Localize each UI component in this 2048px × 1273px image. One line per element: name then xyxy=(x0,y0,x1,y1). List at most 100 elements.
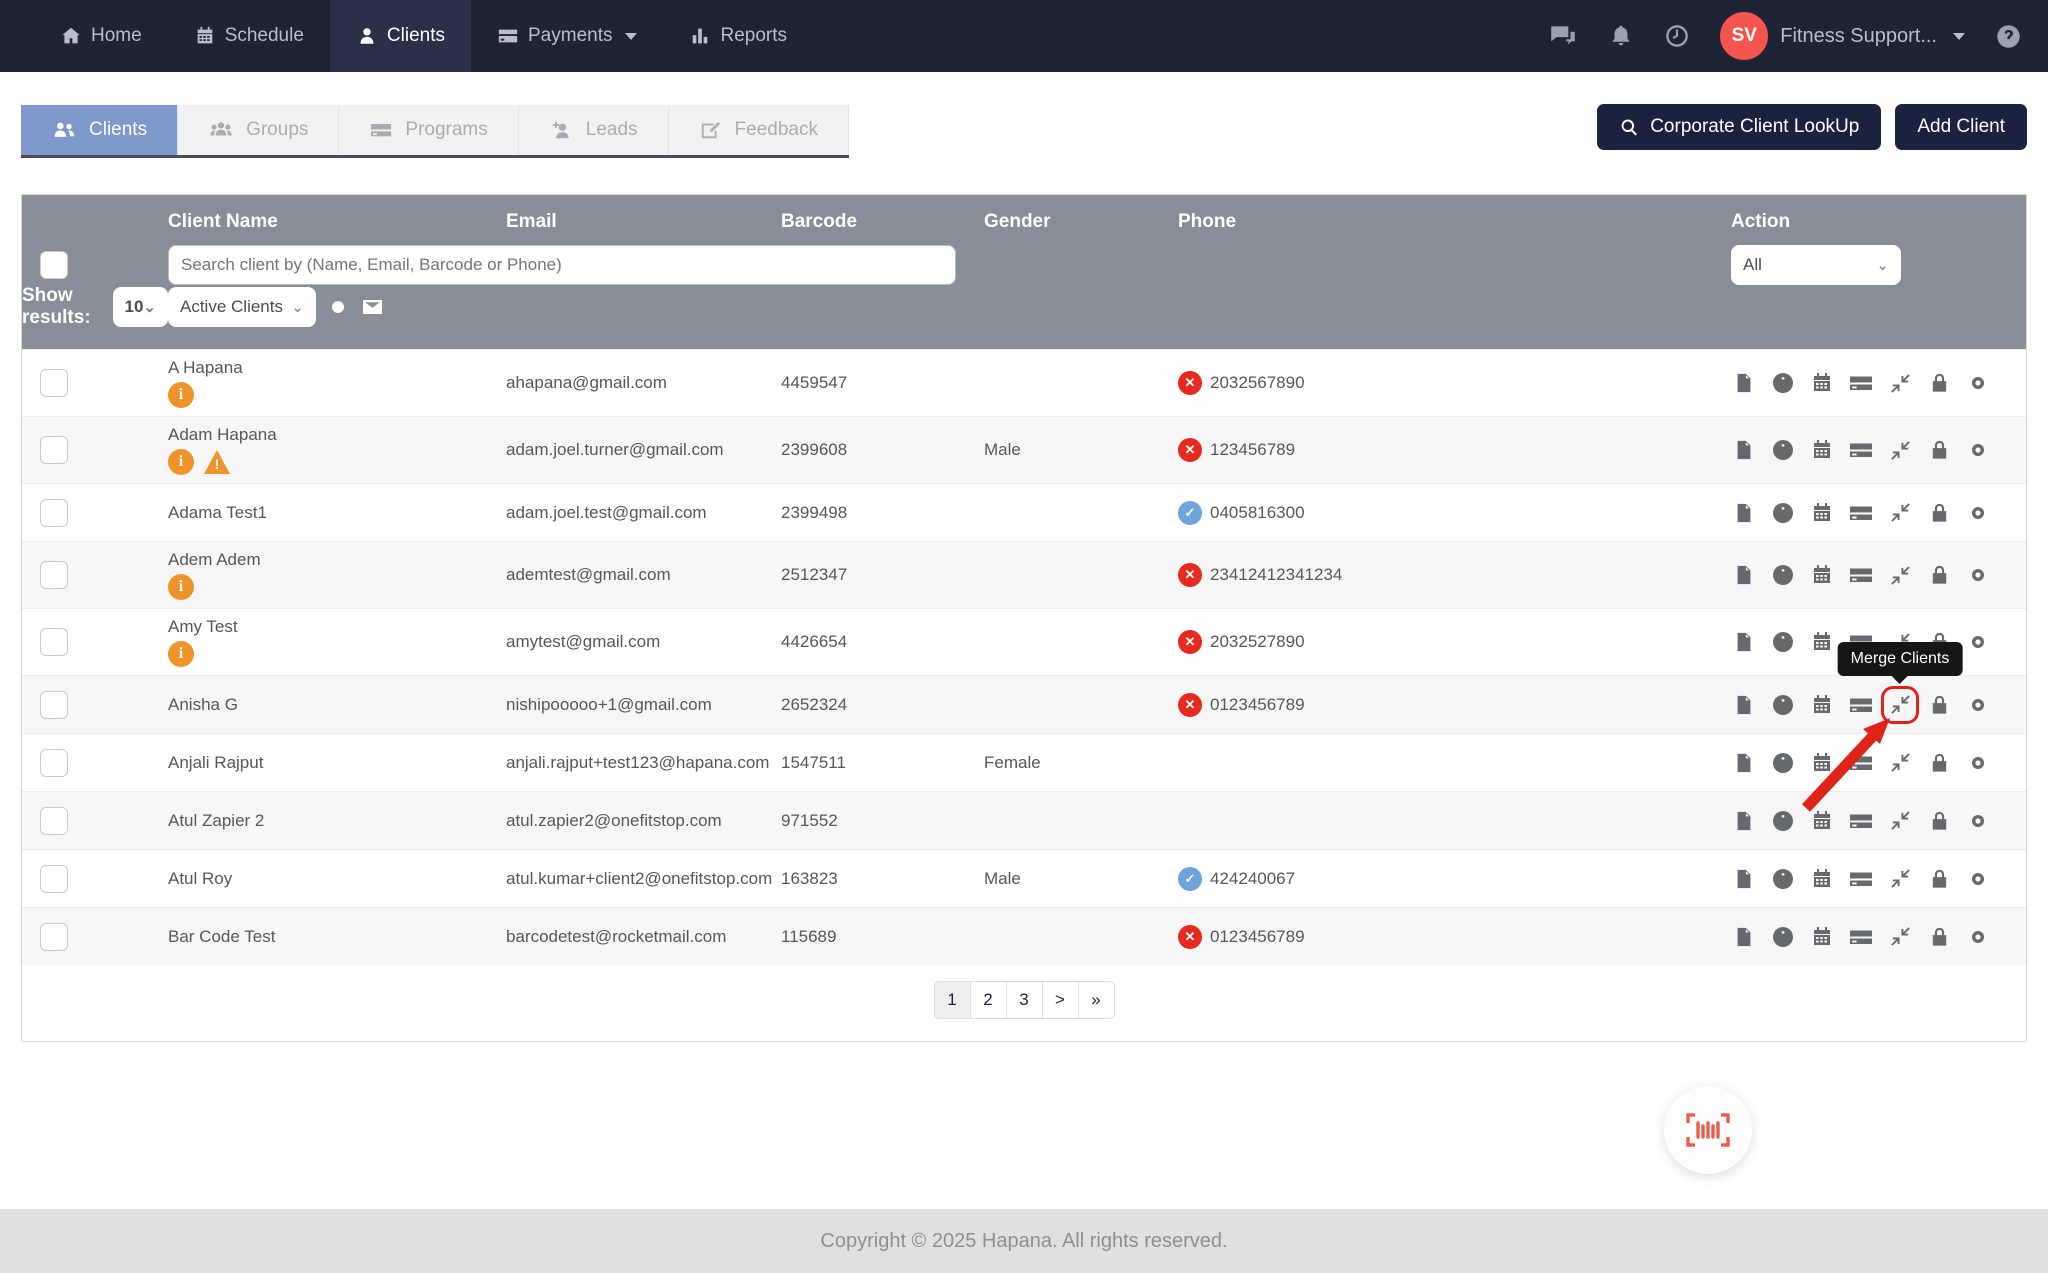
info-circle-icon[interactable] xyxy=(1770,370,1796,396)
info-circle-icon[interactable] xyxy=(1770,500,1796,526)
gear-icon[interactable] xyxy=(1965,437,1991,463)
info-circle-icon[interactable] xyxy=(1770,437,1796,463)
recent-activity-button[interactable] xyxy=(1664,23,1690,49)
tab-groups[interactable]: Groups xyxy=(178,105,339,155)
merge-clients-icon[interactable] xyxy=(1887,924,1913,950)
row-checkbox[interactable] xyxy=(40,561,68,589)
tab-feedback[interactable]: Feedback xyxy=(669,105,849,155)
info-flag-icon[interactable]: i xyxy=(168,382,194,408)
client-name[interactable]: Atul Roy xyxy=(168,869,506,889)
notes-file-icon[interactable] xyxy=(1731,562,1757,588)
gear-icon[interactable] xyxy=(1965,924,1991,950)
row-checkbox[interactable] xyxy=(40,628,68,656)
notifications-button[interactable] xyxy=(1608,23,1634,49)
gear-icon[interactable] xyxy=(1965,562,1991,588)
row-checkbox[interactable] xyxy=(40,691,68,719)
lock-icon[interactable] xyxy=(1926,370,1952,396)
merge-clients-icon[interactable] xyxy=(1887,370,1913,396)
settings-gear-icon[interactable] xyxy=(326,295,350,319)
merge-clients-icon[interactable] xyxy=(1887,808,1913,834)
nav-schedule[interactable]: Schedule xyxy=(168,0,330,72)
payments-card-icon[interactable] xyxy=(1848,808,1874,834)
client-name[interactable]: Atul Zapier 2 xyxy=(168,811,506,831)
page-3-button[interactable]: 3 xyxy=(1006,981,1043,1019)
client-name[interactable]: Adem Adem xyxy=(168,550,506,570)
merge-clients-icon[interactable] xyxy=(1887,500,1913,526)
gear-icon[interactable] xyxy=(1965,629,1991,655)
payments-card-icon[interactable] xyxy=(1848,437,1874,463)
select-all-checkbox[interactable] xyxy=(40,251,68,279)
schedule-calendar-icon[interactable] xyxy=(1809,370,1835,396)
lock-icon[interactable] xyxy=(1926,562,1952,588)
info-flag-icon[interactable]: i xyxy=(168,574,194,600)
info-circle-icon[interactable] xyxy=(1770,750,1796,776)
schedule-calendar-icon[interactable] xyxy=(1809,866,1835,892)
gender-filter-select[interactable]: All ⌄ xyxy=(1731,245,1901,285)
next-page-button[interactable]: > xyxy=(1042,981,1079,1019)
schedule-calendar-icon[interactable] xyxy=(1809,808,1835,834)
nav-reports[interactable]: Reports xyxy=(663,0,813,72)
nav-payments[interactable]: Payments xyxy=(471,0,663,72)
lock-icon[interactable] xyxy=(1926,866,1952,892)
corporate-client-lookup-button[interactable]: Corporate Client LookUp xyxy=(1597,104,1881,150)
notes-file-icon[interactable] xyxy=(1731,500,1757,526)
info-flag-icon[interactable]: i xyxy=(168,449,194,475)
row-checkbox[interactable] xyxy=(40,865,68,893)
merge-clients-icon[interactable] xyxy=(1887,562,1913,588)
payments-card-icon[interactable] xyxy=(1848,500,1874,526)
merge-clients-icon[interactable] xyxy=(1887,750,1913,776)
tab-clients[interactable]: Clients xyxy=(21,105,178,155)
payments-card-icon[interactable] xyxy=(1848,370,1874,396)
client-name[interactable]: Amy Test xyxy=(168,617,506,637)
nav-home[interactable]: Home xyxy=(34,0,168,72)
tab-programs[interactable]: Programs xyxy=(339,105,518,155)
nav-clients[interactable]: Clients xyxy=(330,0,471,72)
client-name[interactable]: Anjali Rajput xyxy=(168,753,506,773)
notes-file-icon[interactable] xyxy=(1731,866,1757,892)
schedule-calendar-icon[interactable] xyxy=(1809,562,1835,588)
notes-file-icon[interactable] xyxy=(1731,924,1757,950)
info-circle-icon[interactable] xyxy=(1770,562,1796,588)
lock-icon[interactable] xyxy=(1926,692,1952,718)
gear-icon[interactable] xyxy=(1965,370,1991,396)
notes-file-icon[interactable] xyxy=(1731,692,1757,718)
schedule-calendar-icon[interactable] xyxy=(1809,750,1835,776)
gear-icon[interactable] xyxy=(1965,750,1991,776)
info-circle-icon[interactable] xyxy=(1770,866,1796,892)
notes-file-icon[interactable] xyxy=(1731,437,1757,463)
notes-file-icon[interactable] xyxy=(1731,808,1757,834)
merge-clients-icon[interactable] xyxy=(1887,866,1913,892)
info-circle-icon[interactable] xyxy=(1770,924,1796,950)
schedule-calendar-icon[interactable] xyxy=(1809,629,1835,655)
merge-clients-icon[interactable] xyxy=(1887,437,1913,463)
schedule-calendar-icon[interactable] xyxy=(1809,500,1835,526)
info-circle-icon[interactable] xyxy=(1770,692,1796,718)
info-flag-icon[interactable]: i xyxy=(168,641,194,667)
gear-icon[interactable] xyxy=(1965,500,1991,526)
schedule-calendar-icon[interactable] xyxy=(1809,692,1835,718)
info-circle-icon[interactable] xyxy=(1770,629,1796,655)
row-checkbox[interactable] xyxy=(40,749,68,777)
row-checkbox[interactable] xyxy=(40,807,68,835)
row-checkbox[interactable] xyxy=(40,923,68,951)
gear-icon[interactable] xyxy=(1965,866,1991,892)
payments-card-icon[interactable] xyxy=(1848,692,1874,718)
notes-file-icon[interactable] xyxy=(1731,629,1757,655)
payments-card-icon[interactable] xyxy=(1848,562,1874,588)
notes-file-icon[interactable] xyxy=(1731,370,1757,396)
client-status-select[interactable]: Active Clients ⌄ xyxy=(168,287,316,327)
email-envelope-icon[interactable] xyxy=(360,295,385,319)
page-2-button[interactable]: 2 xyxy=(970,981,1007,1019)
search-input[interactable] xyxy=(168,245,956,285)
barcode-scan-button[interactable] xyxy=(1664,1086,1752,1174)
row-checkbox[interactable] xyxy=(40,499,68,527)
warning-flag-icon[interactable]: ! xyxy=(204,449,230,475)
tab-leads[interactable]: Leads xyxy=(519,105,669,155)
client-name[interactable]: Adam Hapana xyxy=(168,425,506,445)
help-button[interactable] xyxy=(1995,23,2022,50)
client-name[interactable]: Bar Code Test xyxy=(168,927,506,947)
page-1-button[interactable]: 1 xyxy=(934,981,971,1019)
lock-icon[interactable] xyxy=(1926,437,1952,463)
lock-icon[interactable] xyxy=(1926,808,1952,834)
payments-card-icon[interactable] xyxy=(1848,866,1874,892)
